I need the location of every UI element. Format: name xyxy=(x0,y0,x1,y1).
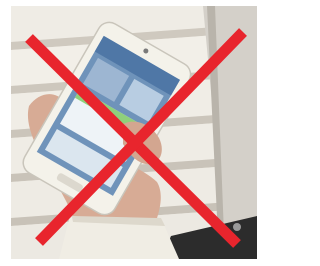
prohibition-x-icon xyxy=(25,28,247,248)
image-frame xyxy=(0,0,267,266)
photo xyxy=(11,6,257,259)
cross-stroke-2 xyxy=(35,28,247,246)
